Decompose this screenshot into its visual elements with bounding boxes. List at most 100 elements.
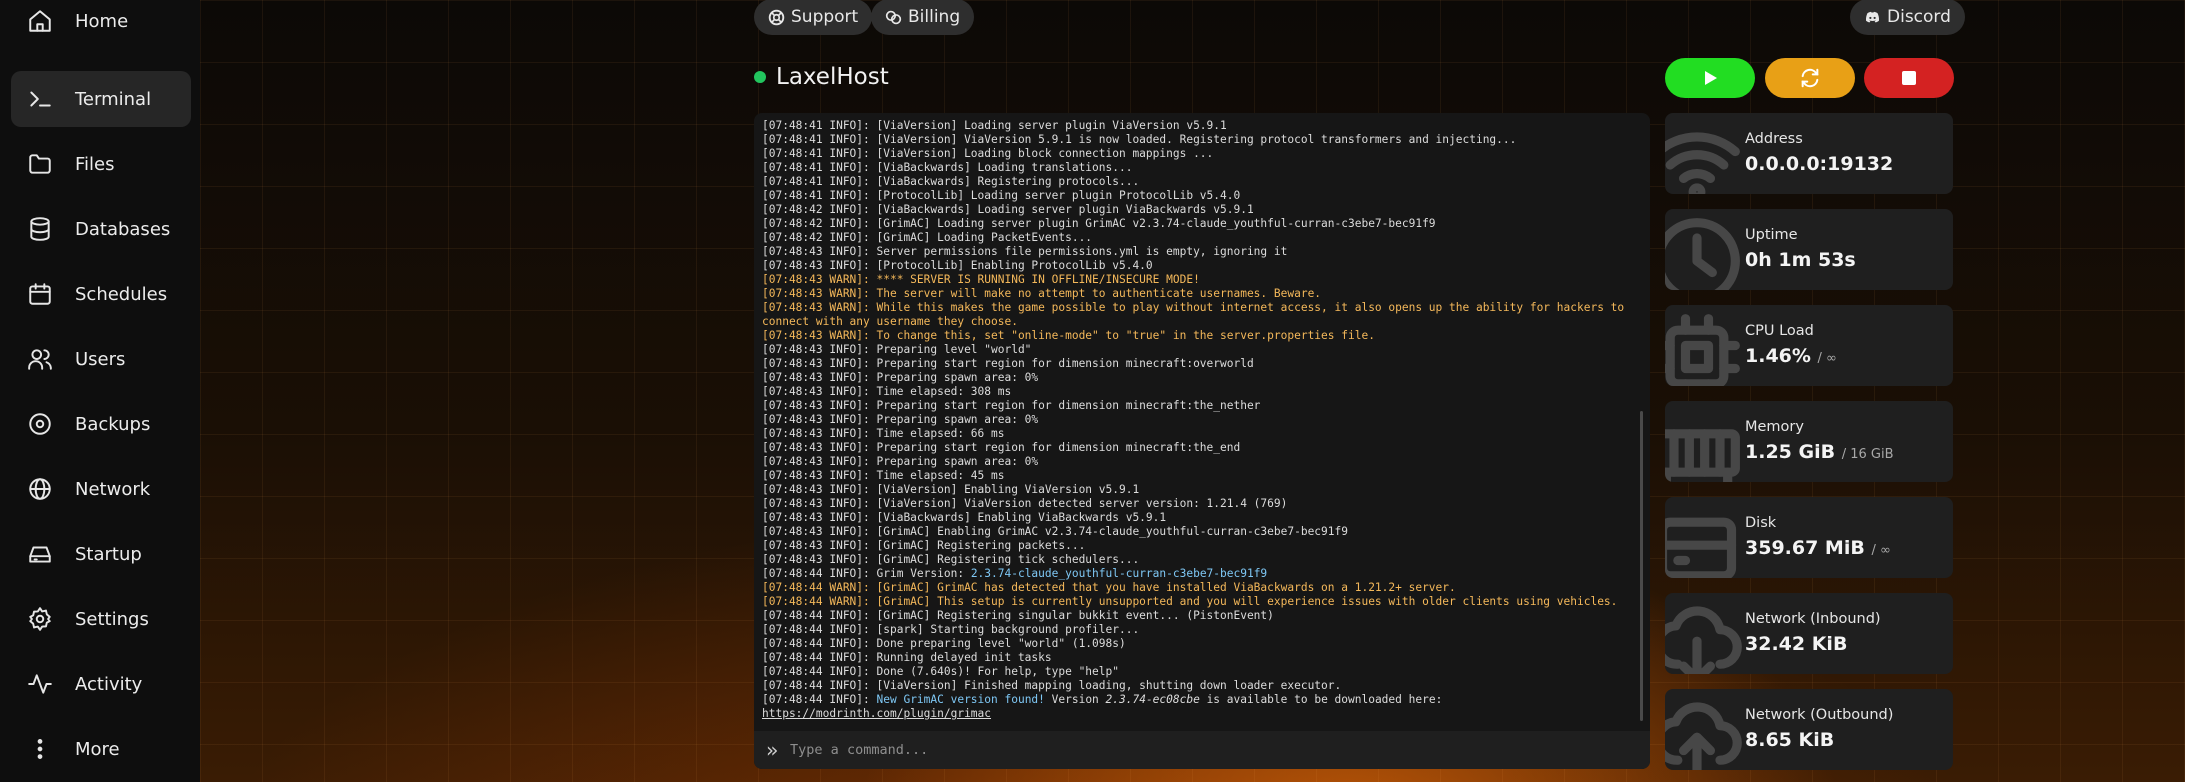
console-line-segment: [07:48:43 INFO]: [ViaVersion] Enabling V… [762, 483, 1140, 496]
console-line-segment: [07:48:44 INFO]: Done (7.640s)! For help… [762, 665, 1119, 678]
stat-value-text: 8.65 KiB [1745, 729, 1835, 751]
stat-label: CPU Load [1745, 323, 1814, 339]
command-input[interactable] [788, 741, 1593, 759]
console-line-segment: [07:48:44 INFO]: [GrimAC] Registering si… [762, 609, 1274, 622]
startup-icon [26, 540, 54, 568]
sidebar-item-label: Activity [75, 673, 143, 695]
billing-button[interactable]: Billing [871, 0, 975, 35]
sidebar-item-more[interactable]: More [11, 721, 191, 777]
sidebar-item-label: Schedules [75, 283, 168, 305]
stat-value: 359.67 MiB / ∞ [1745, 537, 1891, 559]
console-line-segment: [07:48:43 INFO]: [ProtocolLib] Enabling … [762, 259, 1153, 272]
console-line: [07:48:41 INFO]: [ViaBackwards] Register… [762, 175, 1642, 189]
console-line-segment: [07:48:41 INFO]: [ProtocolLib] Loading s… [762, 189, 1241, 202]
console-line: [07:48:43 INFO]: Preparing spawn area: 0… [762, 371, 1642, 385]
console-line: [07:48:41 INFO]: [ViaVersion] Loading bl… [762, 147, 1642, 161]
stat-label: Uptime [1745, 227, 1798, 243]
console-line: [07:48:41 INFO]: [ProtocolLib] Loading s… [762, 189, 1642, 203]
console-scrollbar[interactable] [1640, 411, 1643, 721]
console-line-segment: [07:48:43 WARN]: While this makes the ga… [762, 301, 1631, 328]
console-line: [07:48:43 INFO]: [GrimAC] Registering ti… [762, 553, 1642, 567]
console-line-segment: [07:48:44 INFO]: [762, 567, 877, 580]
activity-icon [26, 670, 54, 698]
sidebar-item-label: Users [75, 348, 126, 370]
console-line: [07:48:43 INFO]: Preparing start region … [762, 399, 1642, 413]
console-line: [07:48:44 INFO]: Done preparing level "w… [762, 637, 1642, 651]
console-line: [07:48:41 INFO]: [ViaVersion] ViaVersion… [762, 133, 1642, 147]
sidebar-item-users[interactable]: Users [11, 331, 191, 387]
clock-icon [1665, 215, 1743, 290]
console-line-segment: Version [1044, 693, 1106, 706]
sidebar-item-startup[interactable]: Startup [11, 526, 191, 582]
console-line-segment: [07:48:43 WARN]: The server will make no… [762, 287, 1322, 300]
console-line-segment: [07:48:44 WARN]: [GrimAC] This setup is … [762, 595, 1618, 608]
stat-value-text: 32.42 KiB [1745, 633, 1848, 655]
chevrons-right-icon: » [766, 738, 779, 762]
console-line-segment: [07:48:43 INFO]: Preparing level "world" [762, 343, 1032, 356]
sidebar-item-files[interactable]: Files [11, 136, 191, 192]
console-line: [07:48:44 INFO]: Done (7.640s)! For help… [762, 665, 1642, 679]
console-line-segment: [07:48:43 INFO]: [ViaBackwards] Enabling… [762, 511, 1167, 524]
stat-limit: / ∞ [1817, 351, 1837, 366]
support-icon [768, 9, 785, 25]
discord-icon [1865, 11, 1880, 22]
stat-label: Network (Outbound) [1745, 707, 1894, 723]
support-button[interactable]: Support [754, 0, 873, 35]
console-line-segment: [07:48:43 INFO]: Time elapsed: 308 ms [762, 385, 1012, 398]
console-line-segment: [07:48:43 INFO]: Server permissions file… [762, 245, 1288, 258]
console-line-segment: [07:48:41 INFO]: [ViaBackwards] Loading … [762, 161, 1133, 174]
console-line-segment: [07:48:43 INFO]: [GrimAC] Enabling GrimA… [762, 525, 1348, 538]
discord-button[interactable]: Discord [1850, 0, 1965, 35]
sidebar-item-network[interactable]: Network [11, 461, 191, 517]
billing-icon [885, 10, 902, 24]
console-line-segment: 2.3.74-ec08cbe [1105, 693, 1200, 706]
console-line: [07:48:43 INFO]: Time elapsed: 45 ms [762, 469, 1642, 483]
stat-value-text: 0.0.0.0:19132 [1745, 153, 1894, 175]
sidebar-item-label: Files [75, 153, 115, 175]
console-line-segment: [07:48:44 WARN]: [GrimAC] GrimAC has det… [762, 581, 1456, 594]
console-line: [07:48:44 INFO]: Grim Version: 2.3.74-cl… [762, 567, 1642, 581]
cpu-icon [1665, 311, 1743, 386]
memory-icon [1665, 407, 1743, 482]
sidebar-item-label: Settings [75, 608, 149, 630]
support-label: Support [791, 7, 859, 27]
console-line: [07:48:43 WARN]: To change this, set "on… [762, 329, 1642, 343]
console-line-segment: New GrimAC version found! [876, 693, 1045, 706]
stop-button[interactable] [1864, 58, 1954, 98]
stat-value: 32.42 KiB [1745, 633, 1847, 655]
status-dot [754, 71, 766, 83]
sidebar-item-backups[interactable]: Backups [11, 396, 191, 452]
play-icon [1705, 71, 1717, 85]
sidebar-item-schedules[interactable]: Schedules [11, 266, 191, 322]
console-line-segment: [07:48:43 WARN]: **** SERVER IS RUNNING … [762, 273, 1200, 286]
billing-label: Billing [908, 7, 961, 27]
sidebar-item-home[interactable]: Home [11, 0, 191, 49]
console-line-segment: [07:48:44 INFO]: [762, 693, 877, 706]
console-line: [07:48:43 INFO]: [ProtocolLib] Enabling … [762, 259, 1642, 273]
console-line-segment: [07:48:42 INFO]: [ViaBackwards] Loading … [762, 203, 1254, 216]
console-line: [07:48:43 INFO]: [ViaVersion] ViaVersion… [762, 497, 1642, 511]
console-line: [07:48:44 WARN]: [GrimAC] This setup is … [762, 595, 1642, 609]
console-line-segment: [07:48:44 INFO]: Done preparing level "w… [762, 637, 1126, 650]
console-line: [07:48:43 INFO]: Time elapsed: 308 ms [762, 385, 1642, 399]
folder-icon [26, 150, 54, 178]
sidebar-item-label: Backups [75, 413, 151, 435]
console-line: [07:48:43 INFO]: [GrimAC] Enabling GrimA… [762, 525, 1642, 539]
start-button[interactable] [1665, 58, 1755, 98]
console-line-segment[interactable]: https://modrinth.com/plugin/grimac [762, 707, 991, 720]
console-line: [07:48:43 INFO]: Preparing spawn area: 0… [762, 455, 1642, 469]
sidebar-item-settings[interactable]: Settings [11, 591, 191, 647]
restart-button[interactable] [1765, 58, 1855, 98]
stat-value-text: 1.25 GiB [1745, 441, 1836, 463]
console-line: [07:48:43 INFO]: Server permissions file… [762, 245, 1642, 259]
console-line-segment: [07:48:43 INFO]: Preparing spawn area: 0… [762, 455, 1039, 468]
console-line: [07:48:43 INFO]: [ViaBackwards] Enabling… [762, 511, 1642, 525]
console-line-segment: [07:48:41 INFO]: [ViaVersion] Loading bl… [762, 147, 1214, 160]
calendar-icon [26, 280, 54, 308]
console-line-segment: is available to be downloaded here: [1199, 693, 1450, 706]
sidebar-item-activity[interactable]: Activity [11, 656, 191, 712]
stat-value: 0h 1m 53s [1745, 249, 1856, 271]
sidebar-item-terminal[interactable]: Terminal [11, 71, 191, 127]
sidebar-item-databases[interactable]: Databases [11, 201, 191, 257]
console-line-segment: [07:48:43 INFO]: Preparing start region … [762, 441, 1241, 454]
